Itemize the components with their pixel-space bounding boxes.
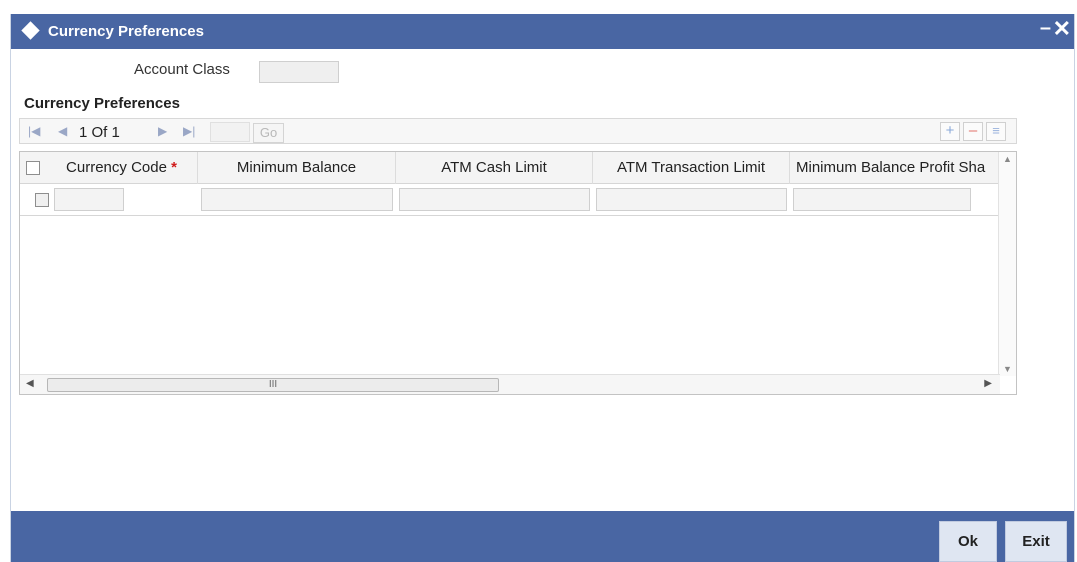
grid-toolbar: |◀ ◀ 1 Of 1 ▶ ▶| Go + – ≡ <box>19 118 1017 144</box>
scroll-left-icon[interactable]: ◀ <box>26 378 34 389</box>
atm-transaction-limit-input[interactable] <box>596 188 787 211</box>
window-diamond-icon <box>21 21 40 40</box>
scroll-up-icon[interactable]: ▲ <box>999 154 1016 164</box>
horizontal-scrollbar[interactable]: ◀ III ▶ <box>20 374 1000 394</box>
vertical-scrollbar[interactable]: ▲ ▼ <box>998 152 1016 376</box>
column-header-atm-transaction-limit[interactable]: ATM Transaction Limit <box>593 152 790 184</box>
single-view-icon[interactable]: ≡ <box>986 122 1006 141</box>
account-class-input[interactable] <box>259 61 339 83</box>
column-header-min-balance-profit-share[interactable]: Minimum Balance Profit Sha <box>790 152 1000 184</box>
column-label: Minimum Balance <box>236 159 357 176</box>
column-header-atm-cash-limit[interactable]: ATM Cash Limit <box>396 152 593 184</box>
page-indicator: 1 Of 1 <box>79 124 120 141</box>
delete-row-icon[interactable]: – <box>963 122 983 141</box>
row-select-checkbox[interactable] <box>35 193 49 207</box>
section-heading: Currency Preferences <box>24 95 180 112</box>
currency-preferences-window: Currency Preferences – ✕ Account Class C… <box>10 14 1075 562</box>
required-marker: * <box>171 159 177 176</box>
atm-cash-limit-input[interactable] <box>399 188 590 211</box>
column-label: Minimum Balance Profit Sha <box>796 159 986 176</box>
currency-code-input[interactable] <box>54 188 124 211</box>
minimum-balance-input[interactable] <box>201 188 393 211</box>
grid-header: Currency Code * Minimum Balance ATM Cash… <box>20 152 1000 184</box>
exit-button[interactable]: Exit <box>1005 521 1067 562</box>
scrollbar-thumb[interactable]: III <box>47 378 499 392</box>
select-all-checkbox[interactable] <box>26 161 40 175</box>
table-row <box>20 184 1000 216</box>
column-header-currency-code[interactable]: Currency Code * <box>46 152 198 184</box>
column-label: ATM Transaction Limit <box>616 159 766 176</box>
scroll-right-icon[interactable]: ▶ <box>984 378 992 389</box>
title-bar: Currency Preferences – ✕ <box>11 14 1074 49</box>
min-balance-profit-share-input[interactable] <box>793 188 971 211</box>
ok-button[interactable]: Ok <box>939 521 997 562</box>
scroll-down-icon[interactable]: ▼ <box>999 364 1016 374</box>
prev-page-icon[interactable]: ◀ <box>58 124 67 138</box>
account-class-label: Account Class <box>134 61 230 78</box>
last-page-icon[interactable]: ▶| <box>183 124 195 138</box>
add-row-icon[interactable]: + <box>940 122 960 141</box>
column-label: ATM Cash Limit <box>441 159 547 176</box>
minimize-button[interactable]: – <box>1040 17 1051 40</box>
next-page-icon[interactable]: ▶ <box>158 124 167 138</box>
window-title: Currency Preferences <box>48 23 204 40</box>
go-button[interactable]: Go <box>253 123 284 143</box>
currency-preferences-grid: Currency Code * Minimum Balance ATM Cash… <box>19 151 1017 395</box>
footer-bar: Ok Exit <box>11 511 1074 562</box>
column-label: Currency Code <box>66 159 167 176</box>
page-number-input[interactable] <box>210 122 250 142</box>
first-page-icon[interactable]: |◀ <box>28 124 40 138</box>
close-button[interactable]: ✕ <box>1053 16 1071 42</box>
column-header-minimum-balance[interactable]: Minimum Balance <box>198 152 396 184</box>
